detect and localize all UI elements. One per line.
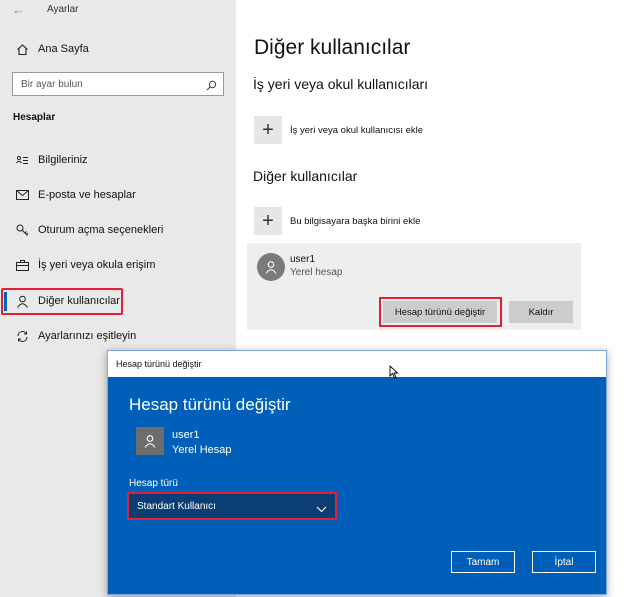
page-title: Diğer kullanıcılar — [254, 36, 411, 59]
home-icon — [12, 43, 32, 56]
sidebar-item-label: Bilgileriniz — [38, 154, 88, 166]
title-bar: ← Ayarlar — [0, 0, 236, 20]
back-arrow-icon[interactable]: ← — [12, 2, 25, 17]
user-name: user1 — [290, 254, 316, 265]
remove-user-button[interactable]: Kaldır — [509, 301, 573, 323]
key-icon — [12, 224, 32, 237]
ok-button[interactable]: Tamam — [451, 551, 515, 573]
search-icon[interactable] — [206, 78, 217, 96]
user-account-type: Yerel hesap — [290, 267, 343, 278]
user-card[interactable]: user1 Yerel hesap Hesap türünü değiştir … — [247, 243, 581, 330]
home-label: Ana Sayfa — [38, 43, 89, 55]
change-account-type-dialog: Hesap türünü değiştir Hesap türünü değiş… — [107, 350, 607, 595]
sidebar-item-label: Ayarlarınızı eşitleyin — [38, 330, 137, 342]
search-input[interactable] — [13, 77, 203, 91]
mail-icon — [12, 190, 32, 200]
search-field[interactable] — [12, 72, 224, 96]
avatar-icon — [136, 427, 164, 455]
sidebar-item-work-school-access[interactable]: İş yeri veya okula erişim — [0, 252, 236, 278]
sidebar-item-sign-in-options[interactable]: Oturum açma seçenekleri — [0, 217, 236, 243]
briefcase-icon — [12, 259, 32, 271]
other-users-section-title: Diğer kullanıcılar — [253, 168, 358, 184]
sidebar-item-sync-settings[interactable]: Ayarlarınızı eşitleyin — [0, 323, 236, 349]
add-work-user-button[interactable]: + İş yeri veya okul kullanıcısı ekle — [254, 116, 423, 144]
other-users-highlight-frame — [1, 288, 123, 315]
dialog-heading: Hesap türünü değiştir — [129, 395, 291, 414]
sidebar-item-label: İş yeri veya okula erişim — [38, 259, 156, 271]
avatar-icon — [257, 253, 285, 281]
work-users-section-title: İş yeri veya okul kullanıcıları — [253, 76, 429, 92]
plus-icon: + — [254, 207, 282, 235]
person-card-icon — [12, 155, 32, 166]
home-nav-item[interactable]: Ana Sayfa — [0, 36, 236, 62]
sidebar-item-email-accounts[interactable]: E-posta ve hesaplar — [0, 182, 236, 208]
dialog-title-bar[interactable]: Hesap türünü değiştir — [108, 351, 606, 377]
sidebar-item-your-info[interactable]: Bilgileriniz — [0, 147, 236, 173]
mouse-cursor-icon — [389, 364, 399, 384]
add-other-user-label: Bu bilgisayara başka birini ekle — [290, 215, 421, 227]
dialog-user-name: user1 — [172, 429, 200, 441]
cancel-button[interactable]: İptal — [532, 551, 596, 573]
dialog-user-account-type: Yerel Hesap — [172, 444, 232, 456]
account-type-label: Hesap türü — [129, 478, 178, 489]
account-type-highlight-frame — [127, 492, 337, 520]
sidebar-item-label: Oturum açma seçenekleri — [38, 224, 164, 236]
sidebar-item-label: E-posta ve hesaplar — [38, 189, 136, 201]
app-title: Ayarlar — [47, 4, 79, 15]
change-type-highlight-frame — [379, 297, 502, 327]
dialog-window-title: Hesap türünü değiştir — [116, 359, 202, 369]
sync-icon — [12, 330, 32, 343]
section-title-accounts: Hesaplar — [13, 112, 56, 123]
add-work-user-label: İş yeri veya okul kullanıcısı ekle — [290, 124, 424, 136]
add-other-user-button[interactable]: + Bu bilgisayara başka birini ekle — [254, 207, 420, 235]
plus-icon: + — [254, 116, 282, 144]
